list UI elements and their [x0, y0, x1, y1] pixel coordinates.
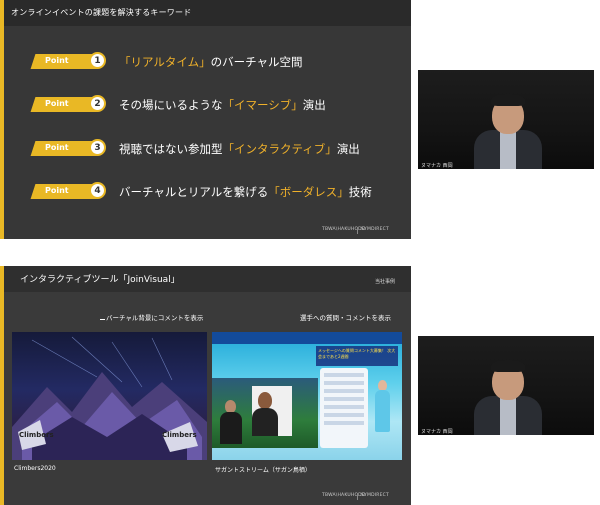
slide-corner-label: 当社事例 [375, 279, 396, 285]
stage-sign-right: Climbers [162, 431, 197, 439]
comment-line [324, 389, 364, 393]
virtual-stage-illustration [12, 336, 207, 460]
virtual-stage-image: Climbers Climbers [12, 332, 207, 460]
point-row-4: Point 4 バーチャルとリアルを繋げる「ボーダレス」技術 [30, 181, 403, 203]
stream-top-bar [212, 332, 402, 344]
footer-logo-tbwa: TBWA\HAKUHODO [322, 493, 366, 498]
image-label-right: サガントストリーム（サガン鳥栖） [215, 467, 311, 474]
point-row-1: Point 1 「リアルタイム」のバーチャル空間 [30, 51, 403, 73]
comment-line [324, 421, 364, 425]
speaker-hair [491, 360, 525, 372]
stream-comment-panel [320, 368, 368, 448]
point-tag-label: Point [45, 56, 69, 65]
player-head [258, 392, 272, 409]
speaker-video-tile-bottom[interactable]: ヌマナカ 西岡 [418, 336, 594, 435]
participant-name-label: ヌマナカ 西岡 [421, 429, 453, 435]
mascot-body [375, 390, 390, 432]
participant-name-label: ヌマナカ 西岡 [421, 163, 453, 169]
player-body [252, 408, 278, 436]
footer-divider [357, 493, 358, 500]
caption-left: バーチャル背景にコメントを表示 [106, 314, 204, 322]
comment-line [324, 373, 364, 377]
comment-line [324, 397, 364, 401]
point-row-2: Point 2 その場にいるような「イマーシブ」演出 [30, 94, 403, 116]
speaker-hair [491, 94, 525, 106]
point-tag-label: Point [45, 99, 69, 108]
point-text: その場にいるような「イマーシブ」演出 [119, 98, 326, 112]
point-tag-label: Point [45, 143, 69, 152]
stream-screenshot-image: メッセージへの質問コメント大募集！ 次大会まであと2週間 [212, 332, 402, 460]
point-tag-label: Point [45, 186, 69, 195]
point-highlight: 「リアルタイム」 [119, 55, 211, 69]
footer-divider [357, 227, 358, 234]
point-highlight: 「ボーダレス」 [268, 185, 349, 199]
footer-logo-tbwa: TBWA\HAKUHODO [322, 227, 366, 232]
speaker-video-tile-top[interactable]: ヌマナカ 西岡 [418, 70, 594, 169]
point-highlight: 「イマーシブ」 [222, 98, 303, 112]
presenter-body [220, 412, 242, 444]
point-number-badge: 3 [89, 139, 106, 156]
footer-logo-symdirect: SYMDIRECT [361, 493, 389, 498]
comment-line [324, 405, 364, 409]
comment-line [324, 381, 364, 385]
stream-video-panel [212, 378, 318, 448]
slide-title: インタラクティブツール「JoinVisual」 [20, 275, 180, 285]
point-number-badge: 4 [89, 182, 106, 199]
point-highlight: 「インタラクティブ」 [222, 142, 337, 156]
point-row-3: Point 3 視聴ではない参加型「インタラクティブ」演出 [30, 138, 403, 160]
speaker-shirt [500, 396, 516, 435]
point-number-badge: 2 [89, 95, 106, 112]
point-number-badge: 1 [89, 52, 106, 69]
stream-banner-text: メッセージへの質問コメント大募集！ 次大会まであと2週間 [318, 348, 396, 359]
point-text: 視聴ではない参加型「インタラクティブ」演出 [119, 142, 360, 156]
footer-logo-symdirect: SYMDIRECT [361, 227, 389, 232]
comment-line [324, 413, 364, 417]
slide-title: オンラインイベントの課題を解決するキーワード [11, 8, 192, 17]
stage-sign-left: Climbers [19, 431, 54, 439]
point-text: バーチャルとリアルを繋げる「ボーダレス」技術 [119, 185, 372, 199]
caption-right: 選手への質問・コメントを表示 [300, 314, 391, 322]
presentation-slide-keywords [0, 0, 411, 239]
point-text: 「リアルタイム」のバーチャル空間 [119, 55, 303, 69]
speaker-shirt [500, 130, 516, 169]
caption-leader-line [100, 319, 105, 320]
image-label-left: Climbers2020 [14, 465, 56, 472]
